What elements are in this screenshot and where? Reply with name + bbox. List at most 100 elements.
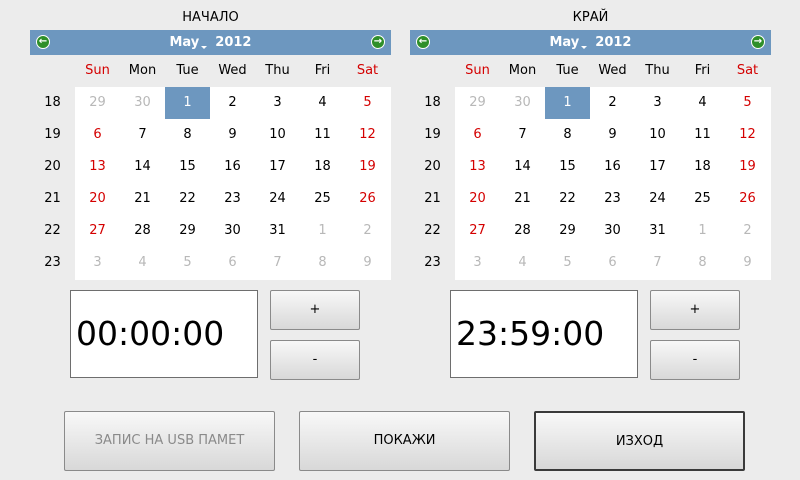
day-cell[interactable]: 25: [300, 183, 345, 215]
day-cell[interactable]: 24: [635, 183, 680, 215]
day-cell[interactable]: 30: [120, 87, 165, 119]
day-cell[interactable]: 4: [500, 247, 545, 279]
day-cell[interactable]: 3: [255, 87, 300, 119]
start-decrement-button[interactable]: -: [270, 340, 360, 380]
day-cell[interactable]: 7: [120, 119, 165, 151]
day-cell[interactable]: 26: [345, 183, 390, 215]
day-cell[interactable]: 8: [545, 119, 590, 151]
day-cell[interactable]: 23: [590, 183, 635, 215]
day-cell[interactable]: 21: [500, 183, 545, 215]
day-cell[interactable]: 29: [545, 215, 590, 247]
day-cell[interactable]: 7: [255, 247, 300, 279]
day-cell[interactable]: 24: [255, 183, 300, 215]
day-cell[interactable]: 16: [210, 151, 255, 183]
day-cell[interactable]: 7: [635, 247, 680, 279]
day-cell[interactable]: 29: [165, 215, 210, 247]
day-cell[interactable]: 6: [75, 119, 120, 151]
day-cell[interactable]: 14: [120, 151, 165, 183]
calendar-header: ← May 2012 →: [410, 30, 771, 55]
show-button[interactable]: ПОКАЖИ: [299, 411, 510, 471]
day-cell[interactable]: 6: [455, 119, 500, 151]
day-cell[interactable]: 28: [120, 215, 165, 247]
day-cell[interactable]: 3: [455, 247, 500, 279]
day-cell[interactable]: 4: [300, 87, 345, 119]
day-cell[interactable]: 9: [345, 247, 390, 279]
day-cell[interactable]: 12: [725, 119, 770, 151]
day-cell[interactable]: 2: [345, 215, 390, 247]
day-cell[interactable]: 26: [725, 183, 770, 215]
day-cell[interactable]: 17: [635, 151, 680, 183]
day-cell[interactable]: 7: [500, 119, 545, 151]
day-cell[interactable]: 6: [590, 247, 635, 279]
day-cell[interactable]: 12: [345, 119, 390, 151]
day-cell[interactable]: 13: [455, 151, 500, 183]
day-cell[interactable]: 31: [635, 215, 680, 247]
day-cell[interactable]: 6: [210, 247, 255, 279]
day-cell[interactable]: 23: [210, 183, 255, 215]
day-cell[interactable]: 16: [590, 151, 635, 183]
start-time-field[interactable]: 00:00:00: [70, 290, 258, 378]
day-cell[interactable]: 30: [500, 87, 545, 119]
day-cell[interactable]: 1: [300, 215, 345, 247]
day-cell[interactable]: 9: [590, 119, 635, 151]
day-cell[interactable]: 8: [165, 119, 210, 151]
end-increment-button[interactable]: +: [650, 290, 740, 330]
day-cell[interactable]: 14: [500, 151, 545, 183]
day-cell[interactable]: 19: [725, 151, 770, 183]
day-cell-selected[interactable]: 1: [165, 87, 210, 119]
day-cell[interactable]: 25: [680, 183, 725, 215]
day-cell[interactable]: 27: [455, 215, 500, 247]
day-cell[interactable]: 5: [165, 247, 210, 279]
day-cell[interactable]: 4: [680, 87, 725, 119]
day-cell[interactable]: 10: [255, 119, 300, 151]
usb-export-button[interactable]: ЗАПИС НА USB ПАМЕТ: [64, 411, 275, 471]
day-cell[interactable]: 9: [725, 247, 770, 279]
day-cell[interactable]: 21: [120, 183, 165, 215]
day-cell[interactable]: 4: [120, 247, 165, 279]
day-cell[interactable]: 15: [165, 151, 210, 183]
day-cell[interactable]: 29: [455, 87, 500, 119]
day-cell[interactable]: 29: [75, 87, 120, 119]
day-cell[interactable]: 2: [725, 215, 770, 247]
day-cell[interactable]: 3: [75, 247, 120, 279]
day-cell[interactable]: 11: [300, 119, 345, 151]
exit-button[interactable]: ИЗХОД: [534, 411, 745, 471]
day-cell[interactable]: 30: [590, 215, 635, 247]
day-cell[interactable]: 27: [75, 215, 120, 247]
day-cell[interactable]: 9: [210, 119, 255, 151]
year-label[interactable]: 2012: [595, 35, 631, 50]
day-cell[interactable]: 19: [345, 151, 390, 183]
day-cell[interactable]: 5: [545, 247, 590, 279]
day-cell[interactable]: 31: [255, 215, 300, 247]
day-cell[interactable]: 2: [210, 87, 255, 119]
day-cell[interactable]: 20: [75, 183, 120, 215]
day-cell[interactable]: 11: [680, 119, 725, 151]
day-cell-selected[interactable]: 1: [545, 87, 590, 119]
month-dropdown[interactable]: May: [550, 30, 588, 55]
day-cell[interactable]: 18: [680, 151, 725, 183]
end-time-field[interactable]: 23:59:00: [450, 290, 638, 378]
day-cell[interactable]: 2: [590, 87, 635, 119]
day-cell[interactable]: 3: [635, 87, 680, 119]
end-decrement-button[interactable]: -: [650, 340, 740, 380]
day-cell[interactable]: 5: [725, 87, 770, 119]
day-cell[interactable]: 18: [300, 151, 345, 183]
arrow-right-icon[interactable]: →: [371, 35, 385, 49]
day-cell[interactable]: 1: [680, 215, 725, 247]
day-cell[interactable]: 22: [545, 183, 590, 215]
start-increment-button[interactable]: +: [270, 290, 360, 330]
day-cell[interactable]: 10: [635, 119, 680, 151]
day-cell[interactable]: 22: [165, 183, 210, 215]
day-cell[interactable]: 13: [75, 151, 120, 183]
day-cell[interactable]: 8: [300, 247, 345, 279]
day-cell[interactable]: 30: [210, 215, 255, 247]
day-cell[interactable]: 20: [455, 183, 500, 215]
day-cell[interactable]: 5: [345, 87, 390, 119]
day-cell[interactable]: 8: [680, 247, 725, 279]
year-label[interactable]: 2012: [215, 35, 251, 50]
arrow-right-icon[interactable]: →: [751, 35, 765, 49]
day-cell[interactable]: 28: [500, 215, 545, 247]
day-cell[interactable]: 17: [255, 151, 300, 183]
month-dropdown[interactable]: May: [170, 30, 208, 55]
day-cell[interactable]: 15: [545, 151, 590, 183]
